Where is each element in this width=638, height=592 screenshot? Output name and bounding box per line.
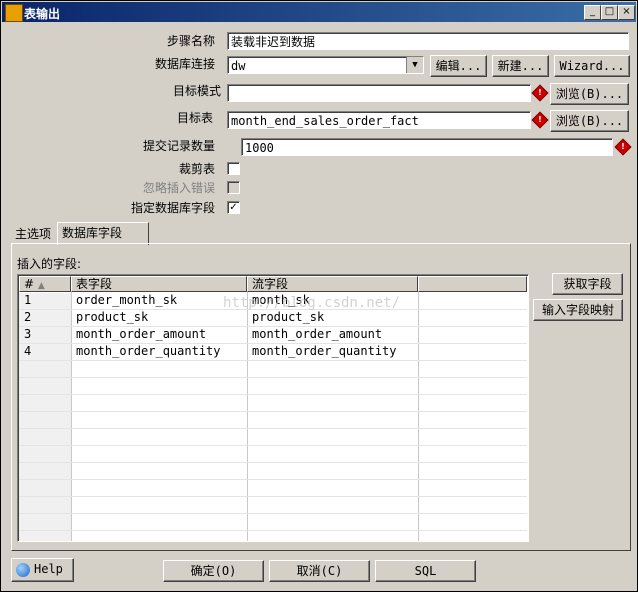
truncate-table-label: 裁剪表 [178,162,215,176]
browse-table-button[interactable]: 浏览(B)... [550,110,629,132]
truncate-table-checkbox[interactable] [227,162,240,175]
ignore-errors-checkbox [227,181,240,194]
row-divider [19,377,527,378]
table-field-cell[interactable]: month_order_quantity [71,343,247,360]
specify-fields-label: 指定数据库字段 [130,201,215,215]
maximize-button[interactable]: □ [601,5,618,20]
fields-table: # ▲ 表字段 流字段 1 order_month_sk month_sk 2 … [17,274,529,542]
dialog-window: 表输出 _ □ × 步骤名称 装载非迟到数据 数据库连接 dw ▼ 编辑... … [0,0,638,592]
tab-main-options[interactable]: 主选项 [11,224,55,244]
connection-label: 数据库连接 [154,57,215,71]
row-divider [19,530,527,531]
commit-size-label: 提交记录数量 [142,139,215,153]
wizard-button[interactable]: Wizard... [554,55,630,77]
cancel-button[interactable]: 取消(C) [269,560,370,582]
target-table-input[interactable]: month_end_sales_order_fact [227,111,531,129]
row-divider [19,360,527,361]
table-field-cell[interactable]: month_order_amount [71,326,247,343]
close-button[interactable]: × [618,5,635,20]
get-fields-button[interactable]: 获取字段 [552,273,623,295]
edit-connection-button[interactable]: 编辑... [430,55,487,77]
warning-icon: ! [531,84,549,102]
title-bar[interactable]: 表输出 _ □ × [2,2,636,22]
row-divider [19,411,527,412]
connection-select[interactable]: dw ▼ [227,56,424,74]
help-button[interactable]: Help [11,558,74,582]
column-header-stream-field[interactable]: 流字段 [247,276,418,292]
sort-arrow-icon: ▲ [37,281,45,291]
table-output-icon [5,4,23,22]
column-divider [418,292,419,541]
stream-field-cell[interactable]: product_sk [247,309,418,326]
step-name-label: 步骤名称 [166,34,215,48]
tab-database-fields[interactable]: 数据库字段 [57,222,149,245]
row-number: 1 [24,293,32,307]
stream-field-cell[interactable]: month_order_quantity [247,343,418,360]
stream-field-cell[interactable]: month_order_amount [247,326,418,343]
row-divider [19,428,527,429]
column-header-index[interactable]: # ▲ [19,276,71,292]
target-schema-label: 目标模式 [172,84,221,98]
table-field-cell[interactable]: product_sk [71,309,247,326]
row-number: 4 [24,344,32,358]
row-divider [19,445,527,446]
connection-select-value: dw [231,59,246,73]
checkmark-icon: ✓ [229,202,238,213]
row-number: 3 [24,327,32,341]
chevron-down-icon[interactable]: ▼ [406,57,423,73]
row-divider [19,513,527,514]
globe-icon [16,562,30,577]
sql-button[interactable]: SQL [375,560,476,582]
target-table-label: 目标表 [176,111,213,125]
commit-size-input[interactable]: 1000 [241,138,613,156]
row-number: 2 [24,310,32,324]
watermark: http://blog.csdn.net/ [223,295,401,311]
browse-schema-button[interactable]: 浏览(B)... [550,83,629,105]
column-header-table-field[interactable]: 表字段 [71,276,247,292]
warning-icon: ! [614,138,632,156]
ok-button[interactable]: 确定(O) [163,560,264,582]
step-name-input[interactable]: 装载非迟到数据 [227,32,629,50]
table-field-cell[interactable]: order_month_sk [71,292,247,309]
window-title: 表输出 [24,7,61,21]
row-divider [19,479,527,480]
minimize-button[interactable]: _ [584,5,601,20]
row-divider [19,462,527,463]
ignore-errors-label: 忽略插入错误 [142,181,215,195]
column-header-empty [418,276,527,292]
row-divider [19,394,527,395]
map-fields-button[interactable]: 输入字段映射 [533,299,623,321]
fields-label: 插入的字段: [17,257,82,271]
new-connection-button[interactable]: 新建... [492,55,549,77]
specify-fields-checkbox[interactable]: ✓ [227,201,240,214]
target-schema-input[interactable] [227,84,531,102]
warning-icon: ! [531,111,549,129]
row-divider [19,496,527,497]
